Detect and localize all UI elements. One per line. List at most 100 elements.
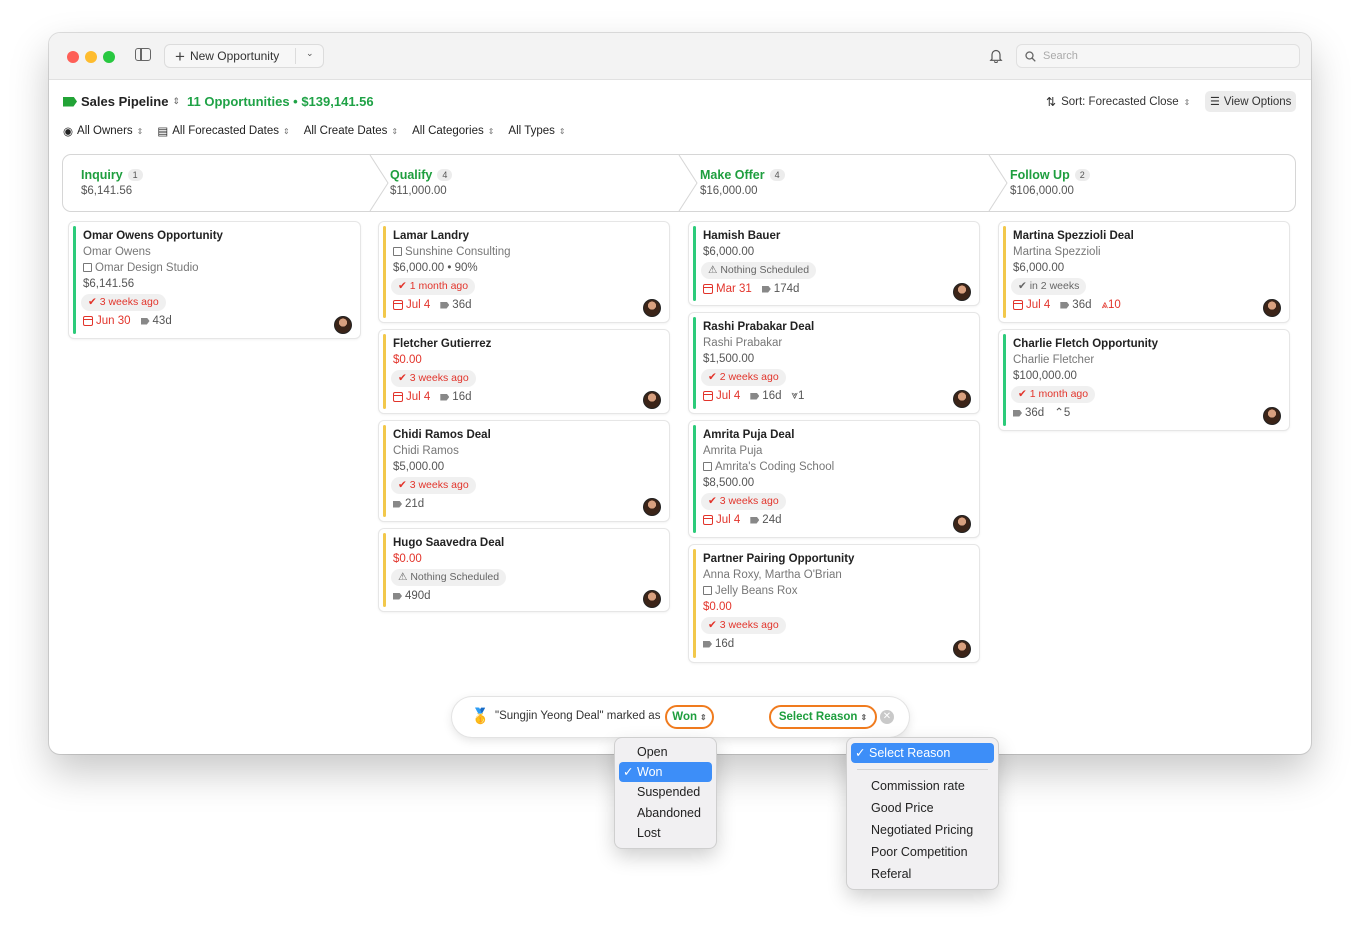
- reason-select[interactable]: Select Reason ⇕: [769, 705, 877, 729]
- card-amount: $0.00: [393, 354, 422, 366]
- avatar[interactable]: [953, 390, 971, 408]
- menu-item-referal[interactable]: Referal: [851, 864, 994, 884]
- status-select[interactable]: Won ⇕: [665, 705, 714, 729]
- card-status-bar: [693, 226, 696, 301]
- filter-create-dates[interactable]: All Create Dates ⇕: [304, 124, 398, 138]
- age-label: 490d: [405, 590, 431, 602]
- checkmark-icon: ✔: [1018, 388, 1030, 400]
- activity-label: 1 month ago: [1029, 388, 1089, 400]
- avatar[interactable]: [643, 498, 661, 516]
- avatar[interactable]: [1263, 299, 1281, 317]
- card-contact: Anna Roxy, Martha O'Brian: [703, 569, 842, 581]
- menu-item-open[interactable]: Open: [619, 742, 712, 762]
- menu-item-won[interactable]: ✓ Won: [619, 762, 712, 782]
- menu-item-label: Negotiated Pricing: [871, 823, 974, 837]
- opportunity-card[interactable]: Chidi Ramos Deal Chidi Ramos $5,000.00 ✔…: [379, 421, 669, 521]
- card-amount: $1,500.00: [703, 353, 755, 365]
- age-label: 21d: [405, 498, 425, 510]
- card-title: Hugo Saavedra Deal: [393, 537, 505, 549]
- avatar[interactable]: [643, 590, 661, 608]
- menu-item-lost[interactable]: Lost: [619, 823, 712, 843]
- zoom-window-button[interactable]: [103, 51, 115, 63]
- activity-label: Nothing Scheduled: [410, 571, 500, 583]
- card-company: Sunshine Consulting: [405, 246, 511, 258]
- opportunity-card[interactable]: Rashi Prabakar Deal Rashi Prabakar $1,50…: [689, 313, 979, 413]
- card-status-bar: [383, 334, 386, 409]
- opportunity-card[interactable]: Partner Pairing Opportunity Anna Roxy, M…: [689, 545, 979, 662]
- age-label: 36d: [1025, 407, 1045, 419]
- opportunity-card[interactable]: Omar Owens Opportunity Omar Owens Omar D…: [69, 222, 360, 338]
- stage-follow-up[interactable]: Follow Up 2 $106,000.00: [1010, 168, 1090, 197]
- menu-item-negotiated-pricing[interactable]: Negotiated Pricing: [851, 820, 994, 840]
- pipeline-title[interactable]: Sales Pipeline: [81, 94, 168, 109]
- chevron-down-icon[interactable]: ⌄: [306, 48, 314, 59]
- sort-button[interactable]: ⇅ Sort: Forecasted Close ⇕: [1046, 95, 1190, 109]
- search-input[interactable]: Search: [1016, 44, 1300, 68]
- view-options-button[interactable]: ☰ View Options: [1205, 91, 1297, 112]
- priority: ⌃ 5: [1054, 404, 1070, 422]
- avatar[interactable]: [643, 391, 661, 409]
- close-icon[interactable]: ✕: [880, 710, 894, 724]
- opportunity-card[interactable]: Fletcher Gutierrez $0.00 ✔ 3 weeks ago J…: [379, 330, 669, 413]
- opportunity-card[interactable]: Charlie Fletch Opportunity Charlie Fletc…: [999, 330, 1289, 430]
- close-date: Jul 4: [393, 296, 430, 314]
- card-company: Amrita's Coding School: [715, 461, 835, 473]
- close-date-label: Jul 4: [716, 514, 741, 526]
- stage-inquiry[interactable]: Inquiry 1 $6,141.56: [81, 168, 143, 197]
- age: 36d: [1060, 296, 1091, 314]
- age: 36d: [1013, 404, 1044, 422]
- menu-item-label: Referal: [871, 867, 912, 881]
- stage-make-offer[interactable]: Make Offer 4 $16,000.00: [700, 168, 785, 197]
- checkmark-icon: ✔: [708, 371, 720, 383]
- avatar[interactable]: [953, 640, 971, 658]
- updown-chevron-icon: ⇕: [558, 126, 566, 136]
- menu-item-label: Commission rate: [871, 779, 965, 793]
- avatar[interactable]: [953, 283, 971, 301]
- opportunity-card[interactable]: Hugo Saavedra Deal $0.00 ⚠ Nothing Sched…: [379, 529, 669, 611]
- minimize-window-button[interactable]: [85, 51, 97, 63]
- opportunity-card[interactable]: Martina Spezzioli Deal Martina Spezzioli…: [999, 222, 1289, 322]
- avatar[interactable]: [1263, 407, 1281, 425]
- stage-header-bar: Inquiry 1 $6,141.56 Qualify 4 $11,000.00 M…: [62, 154, 1296, 212]
- checkmark-icon: ✔: [398, 372, 410, 384]
- filter-forecasted-dates[interactable]: ▤ All Forecasted Dates ⇕: [157, 124, 289, 138]
- menu-item-select-reason[interactable]: ✓ Select Reason: [851, 743, 994, 763]
- filter-types[interactable]: All Types ⇕: [508, 124, 565, 138]
- menu-item-commission-rate[interactable]: Commission rate: [851, 776, 994, 796]
- stage-name: Follow Up: [1010, 168, 1070, 182]
- tag-icon: [393, 592, 402, 600]
- new-opportunity-button[interactable]: + New Opportunity ⌄: [164, 44, 324, 68]
- menu-item-abandoned[interactable]: Abandoned: [619, 803, 712, 823]
- tag-icon: [703, 640, 712, 648]
- age: 21d: [393, 495, 424, 513]
- avatar[interactable]: [953, 515, 971, 533]
- age-label: 36d: [1072, 299, 1092, 311]
- opportunity-card[interactable]: Hamish Bauer $6,000.00 ⚠ Nothing Schedul…: [689, 222, 979, 305]
- building-icon: [703, 462, 712, 471]
- sidebar-toggle-icon[interactable]: [135, 48, 151, 61]
- filter-owners[interactable]: ◉ All Owners ⇕: [63, 124, 143, 138]
- activity-pill: ✔ 3 weeks ago: [391, 370, 476, 387]
- checkmark-icon: ✔: [398, 280, 410, 292]
- menu-item-poor-competition[interactable]: Poor Competition: [851, 842, 994, 862]
- checkmark-icon: ✔: [88, 296, 100, 308]
- status-change-toast: 🥇 "Sungjin Yeong Deal" marked as Won ⇕ Se…: [452, 697, 909, 737]
- card-status-bar: [383, 226, 386, 318]
- menu-item-suspended[interactable]: Suspended: [619, 782, 712, 802]
- filter-bar: ◉ All Owners ⇕ ▤ All Forecasted Dates ⇕ All …: [63, 124, 580, 138]
- stage-qualify[interactable]: Qualify 4 $11,000.00: [390, 168, 453, 197]
- tag-icon: [140, 317, 150, 325]
- menu-item-label: Won: [637, 765, 663, 779]
- bell-icon[interactable]: [989, 48, 1003, 63]
- close-window-button[interactable]: [67, 51, 79, 63]
- filter-categories[interactable]: All Categories ⇕: [412, 124, 494, 138]
- menu-item-good-price[interactable]: Good Price: [851, 798, 994, 818]
- age-label: 16d: [452, 391, 472, 403]
- opportunity-card[interactable]: Amrita Puja Deal Amrita Puja Amrita's Co…: [689, 421, 979, 537]
- checkmark-icon: ✔: [398, 479, 410, 491]
- updown-chevron-icon[interactable]: ⇕: [172, 96, 180, 107]
- avatar[interactable]: [334, 316, 352, 334]
- card-status-bar: [383, 425, 386, 517]
- opportunity-card[interactable]: Lamar Landry Sunshine Consulting $6,000.…: [379, 222, 669, 322]
- avatar[interactable]: [643, 299, 661, 317]
